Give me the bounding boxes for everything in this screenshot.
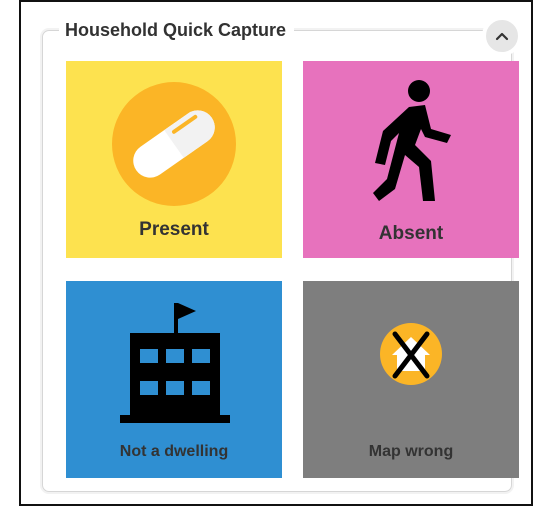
present-label: Present [139, 219, 209, 240]
house-crossed-icon [380, 323, 442, 385]
pill-capsule-icon [112, 82, 236, 206]
panel-title: Household Quick Capture [59, 18, 295, 42]
present-button[interactable]: Present [66, 61, 282, 258]
not-a-dwelling-button[interactable]: Not a dwelling [66, 281, 282, 478]
collapse-button[interactable] [482, 16, 522, 56]
map-wrong-label: Map wrong [368, 443, 454, 460]
absent-label: Absent [378, 223, 444, 244]
not-a-dwelling-label: Not a dwelling [119, 443, 229, 460]
building-flag-icon [120, 303, 230, 423]
walking-person-icon [373, 80, 451, 201]
chevron-up-icon [495, 32, 509, 41]
quick-capture-panel: Household Quick Capture Present Absent N… [19, 0, 533, 506]
absent-button[interactable]: Absent [303, 61, 519, 258]
map-wrong-button[interactable]: Map wrong [303, 281, 519, 478]
